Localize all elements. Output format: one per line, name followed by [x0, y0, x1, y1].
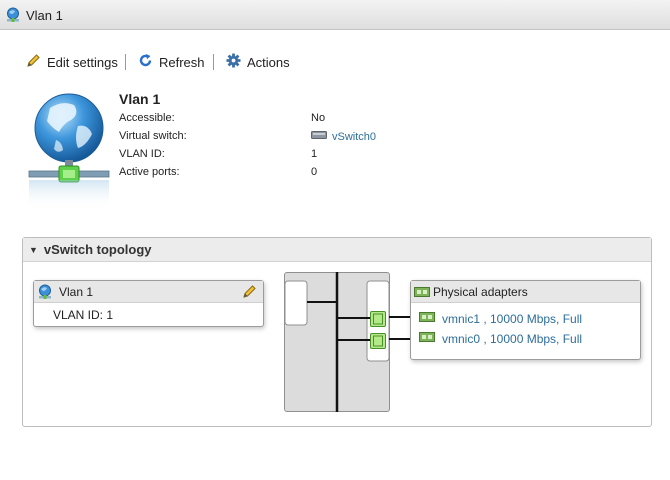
window-titlebar: Vlan 1 — [0, 0, 670, 30]
vlan-id-value-text: 1 — [311, 148, 318, 160]
refresh-label: Refresh — [159, 54, 205, 70]
accessible-value: No — [311, 112, 325, 124]
vswitch-link[interactable]: vSwitch0 — [332, 131, 376, 143]
topology-panel-title: vSwitch topology — [43, 242, 152, 257]
window-title: Vlan 1 — [26, 8, 63, 23]
active-ports-value-text: 0 — [311, 166, 318, 178]
portgroup-vlan-id: VLAN ID: 1 — [53, 308, 114, 322]
portgroup-icon — [5, 7, 21, 26]
vswitch-icon — [311, 130, 327, 143]
pencil-icon — [26, 53, 41, 71]
network-globe-icon — [28, 92, 110, 217]
actions-button[interactable]: Actions — [226, 53, 290, 71]
adapter-connector-line — [389, 338, 411, 340]
toolbar-divider — [213, 54, 214, 70]
physical-adapters-title: Physical adapters — [433, 285, 528, 299]
uplink-port-icon — [370, 333, 386, 352]
adapter-link[interactable]: vmnic1 , 10000 Mbps, Full — [442, 312, 582, 326]
adapter-connector-line — [389, 316, 411, 318]
toolbar-divider — [125, 54, 126, 70]
portgroup-card: Vlan 1 VLAN ID: 1 — [33, 280, 264, 327]
nic-icon — [419, 311, 435, 326]
edit-settings-button[interactable]: Edit settings — [26, 53, 118, 71]
portgroup-card-header: Vlan 1 — [34, 281, 263, 303]
collapse-caret-icon[interactable]: ▼ — [29, 245, 38, 255]
virtual-switch-value[interactable]: vSwitch0 — [311, 130, 376, 143]
virtual-switch-label: Virtual switch: — [119, 130, 187, 142]
accessible-value-text: No — [311, 112, 326, 124]
actions-label: Actions — [247, 54, 290, 70]
vswitch-diagram — [284, 272, 390, 412]
active-ports-value: 0 — [311, 166, 317, 178]
nic-icon — [414, 286, 430, 301]
edit-portgroup-pencil-icon[interactable] — [242, 284, 257, 302]
adapter-link[interactable]: vmnic0 , 10000 Mbps, Full — [442, 332, 582, 346]
accessible-label: Accessible: — [119, 112, 175, 124]
uplink-port-icon — [370, 311, 386, 330]
nic-icon — [419, 331, 435, 346]
refresh-icon — [138, 53, 153, 71]
adapter-row-vmnic1[interactable]: vmnic1 , 10000 Mbps, Full — [419, 311, 582, 326]
active-ports-label: Active ports: — [119, 166, 180, 178]
topology-panel-header[interactable]: ▼ vSwitch topology — [23, 238, 651, 262]
physical-adapters-header: Physical adapters — [411, 281, 640, 303]
edit-settings-label: Edit settings — [47, 54, 118, 70]
portgroup-card-title: Vlan 1 — [59, 285, 94, 299]
adapter-row-vmnic0[interactable]: vmnic0 , 10000 Mbps, Full — [419, 331, 582, 346]
portgroup-name: Vlan 1 — [119, 91, 161, 107]
gear-icon — [226, 53, 241, 71]
vlan-id-label: VLAN ID: — [119, 148, 165, 160]
portgroup-icon — [37, 284, 53, 303]
physical-adapters-card: Physical adapters vmnic1 , 10000 Mbps, F… — [410, 280, 641, 360]
vlan-id-value: 1 — [311, 148, 317, 160]
refresh-button[interactable]: Refresh — [138, 53, 205, 71]
